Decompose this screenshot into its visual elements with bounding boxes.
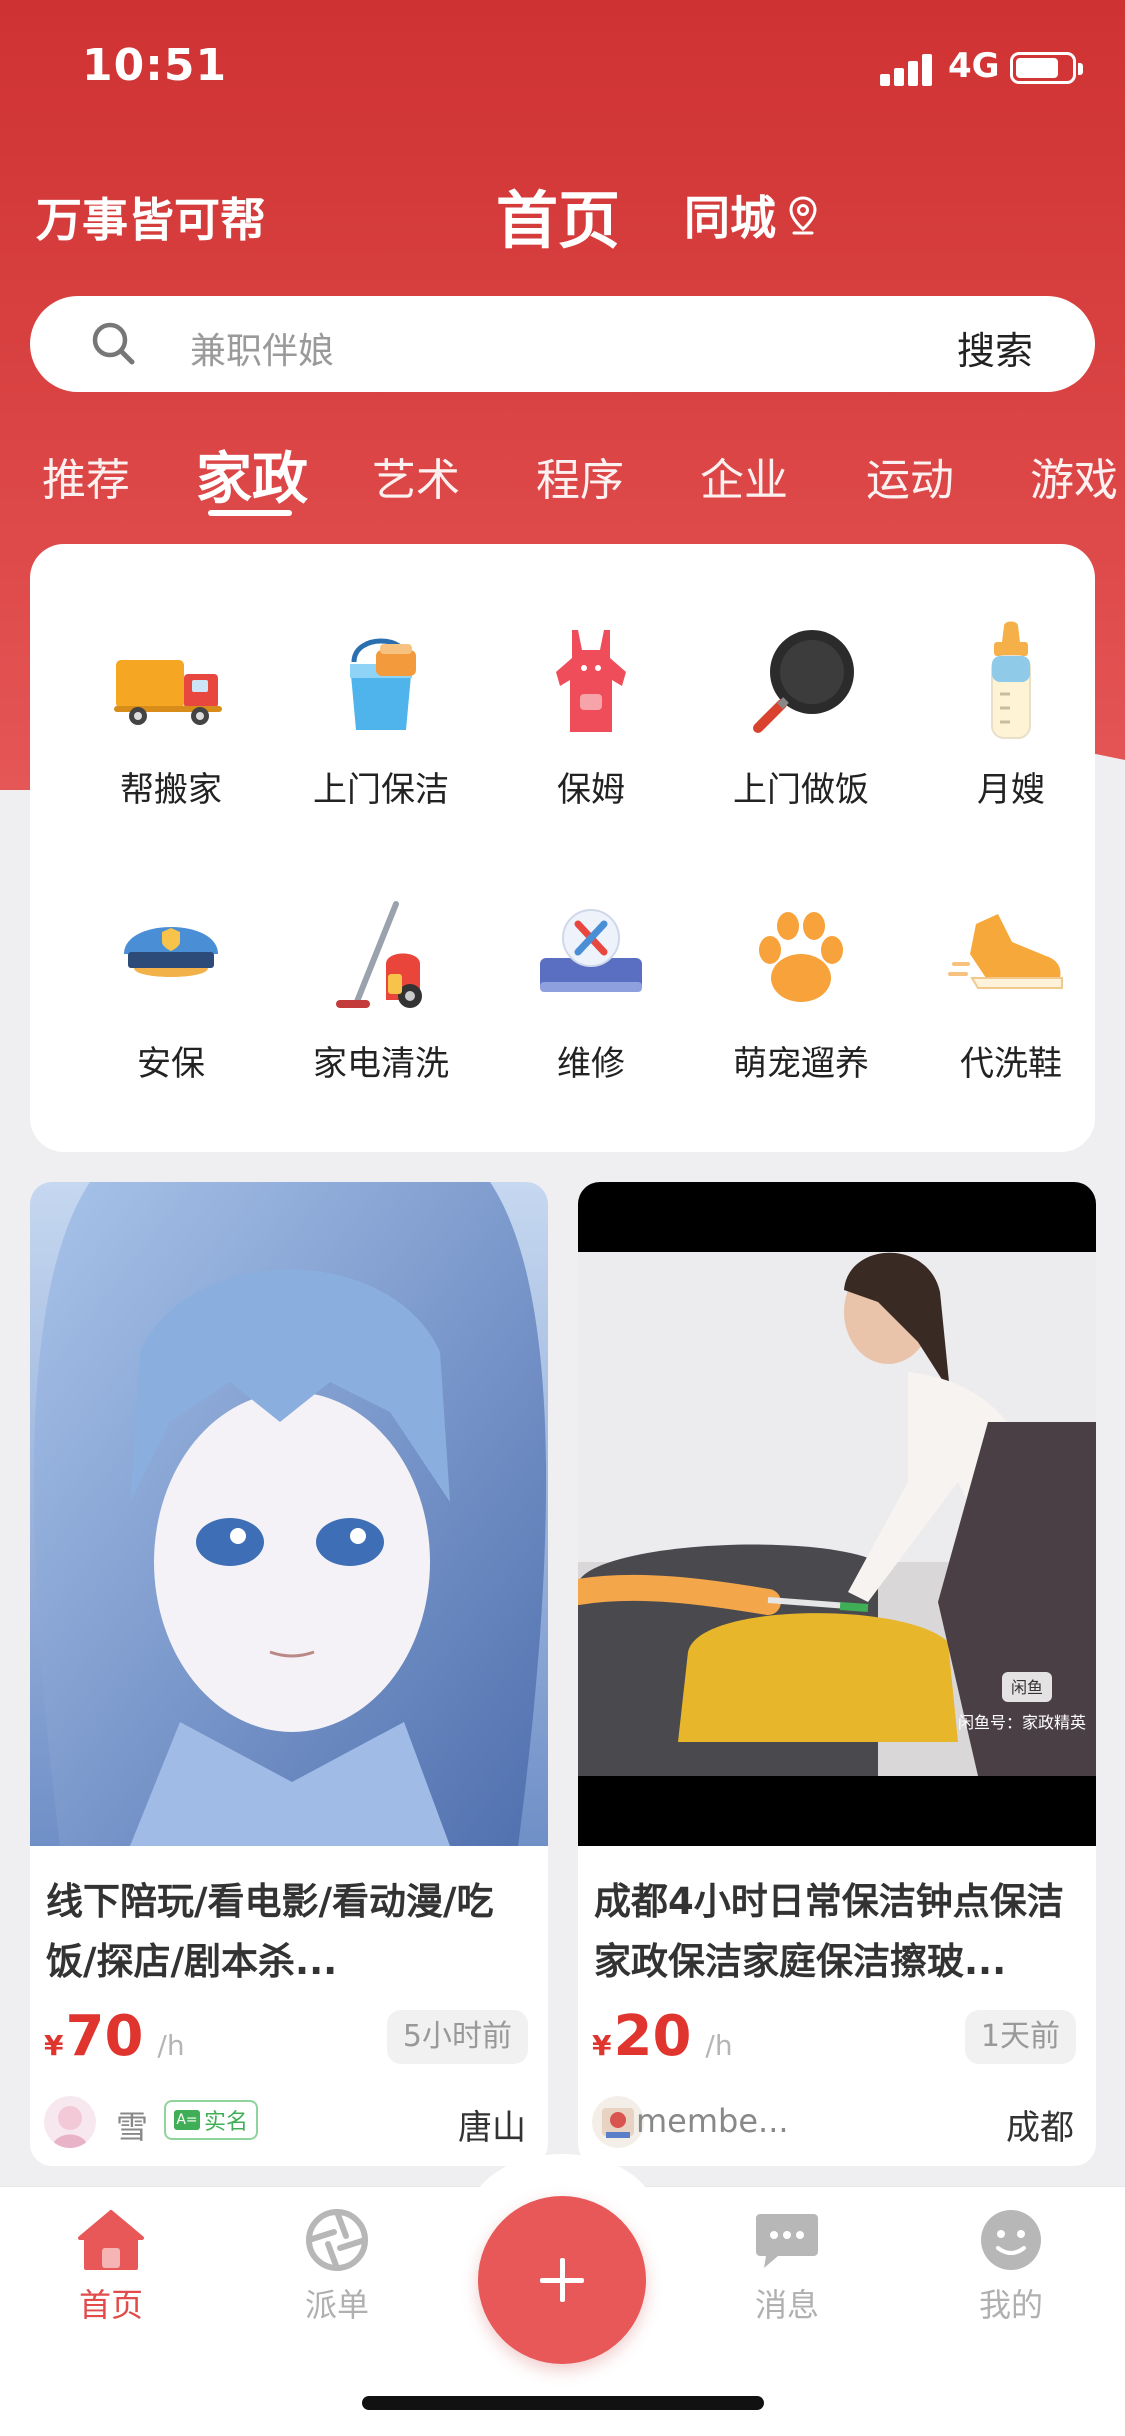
service-appliance-cleaning[interactable]: 家电清洗 <box>276 894 486 1094</box>
service-home-cooking[interactable]: 上门做饭 <box>696 620 906 820</box>
listing-image <box>30 1182 548 1846</box>
nav-messages[interactable]: 消息 <box>722 2208 852 2326</box>
active-tab-indicator <box>208 510 292 516</box>
nav-label: 派单 <box>304 2286 369 2324</box>
service-label: 安保 <box>137 1044 205 1084</box>
cleaning-bucket-icon <box>350 638 416 730</box>
watermark-logo: 闲鱼 <box>1011 1678 1043 1697</box>
tab-sports[interactable]: 运动 <box>866 444 954 508</box>
apron-icon <box>556 630 626 732</box>
search-icon <box>92 322 135 365</box>
security-cap-icon <box>124 927 218 977</box>
search-input[interactable]: 兼职伴娘 <box>190 322 334 374</box>
service-moving[interactable]: 帮搬家 <box>66 620 276 820</box>
frying-pan-icon <box>753 630 854 733</box>
nav-dispatch[interactable]: 派单 <box>272 2208 402 2326</box>
nav-profile[interactable]: 我的 <box>946 2208 1076 2326</box>
listing-location: 唐山 <box>458 2108 526 2148</box>
service-home-cleaning[interactable]: 上门保洁 <box>276 620 486 820</box>
service-label: 上门保洁 <box>313 770 449 810</box>
home-indicator <box>362 2396 764 2410</box>
watermark-text: 闲鱼号：家政精英 <box>958 1713 1086 1732</box>
baby-bottle-icon <box>991 621 1031 739</box>
id-card-icon: A= <box>174 2110 200 2130</box>
search-bar[interactable]: 兼职伴娘 搜索 <box>30 296 1095 392</box>
listing-price: ¥ 20 /h <box>592 2004 733 2069</box>
service-security[interactable]: 安保 <box>66 894 276 1094</box>
search-button[interactable]: 搜索 <box>957 320 1033 375</box>
tab-art[interactable]: 艺术 <box>372 444 460 508</box>
category-tabs: 推荐 家政 艺术 程序 企业 运动 游戏 <box>0 430 1125 520</box>
listing-location: 成都 <box>1006 2108 1074 2148</box>
tab-programming[interactable]: 程序 <box>536 444 624 508</box>
aperture-icon <box>306 2209 368 2271</box>
verified-badge: A= 实名 <box>164 2100 259 2140</box>
city-selector[interactable]: 同城 <box>684 182 818 248</box>
top-header: 万事皆可帮 首页 同城 <box>0 170 1125 260</box>
smiley-profile-icon <box>981 2210 1041 2270</box>
tab-recommend[interactable]: 推荐 <box>42 444 130 508</box>
home-icon <box>78 2210 144 2270</box>
listing-time: 1天前 <box>964 2010 1076 2064</box>
tab-business[interactable]: 企业 <box>700 444 788 508</box>
service-label: 上门做饭 <box>733 770 869 810</box>
listing-price: ¥ 70 /h <box>44 2004 185 2069</box>
repair-tools-icon <box>540 909 642 992</box>
listing-card[interactable]: 闲鱼 闲鱼号：家政精英 成都4小时日常保洁钟点保洁家政保洁家庭保洁擦玻... ¥… <box>578 1182 1096 2166</box>
nav-home[interactable]: 首页 <box>46 2208 176 2326</box>
service-label: 萌宠遛养 <box>733 1044 869 1084</box>
status-bar: 10:51 4G <box>0 0 1125 140</box>
avatar[interactable] <box>44 2096 96 2148</box>
network-type: 4G <box>948 46 1000 86</box>
service-shoe-washing[interactable]: 代洗鞋 <box>906 894 1116 1094</box>
service-label: 保姆 <box>557 770 625 810</box>
location-pin-icon <box>789 196 817 235</box>
vacuum-cleaner-icon <box>336 901 422 1008</box>
moving-truck-icon <box>114 660 222 725</box>
chat-bubble-icon <box>756 2214 818 2268</box>
sneaker-icon <box>948 914 1063 989</box>
nav-label: 我的 <box>978 2286 1043 2324</box>
service-label: 帮搬家 <box>120 770 222 810</box>
add-post-button[interactable] <box>478 2196 646 2364</box>
status-time: 10:51 <box>82 40 228 91</box>
service-nanny[interactable]: 保姆 <box>486 620 696 820</box>
service-label: 月嫂 <box>977 770 1045 810</box>
listing-time: 5小时前 <box>386 2010 528 2064</box>
nav-label: 首页 <box>78 2286 143 2324</box>
service-label: 维修 <box>557 1044 625 1084</box>
tab-housekeeping[interactable]: 家政 <box>196 434 308 515</box>
service-label: 家电清洗 <box>313 1044 449 1084</box>
service-postpartum-nanny[interactable]: 月嫂 <box>906 620 1116 820</box>
listing-image: 闲鱼 闲鱼号：家政精英 <box>578 1182 1096 1846</box>
city-label: 同城 <box>684 191 776 245</box>
listing-title: 成都4小时日常保洁钟点保洁家政保洁家庭保洁擦玻... <box>594 1880 1064 1983</box>
nav-label: 消息 <box>754 2286 819 2324</box>
page-title: 首页 <box>496 184 621 257</box>
tab-games[interactable]: 游戏 <box>1030 444 1118 508</box>
service-grid: 帮搬家 上门保洁 保姆 上门做饭 月嫂 安保 家电清洗 维修 萌宠遛养 代洗鞋 <box>30 544 1095 1152</box>
signal-icon <box>880 52 940 86</box>
user-name: 雪 <box>116 2108 149 2146</box>
listing-card[interactable]: 线下陪玩/看电影/看动漫/吃饭/探店/剧本杀... ¥ 70 /h 5小时前 雪… <box>30 1182 548 2166</box>
user-name: membe... <box>636 2102 789 2140</box>
service-label: 代洗鞋 <box>960 1044 1062 1084</box>
listing-title: 线下陪玩/看电影/看动漫/吃饭/探店/剧本杀... <box>46 1880 494 1983</box>
battery-icon <box>1010 52 1083 84</box>
paw-icon <box>759 912 843 1002</box>
service-repair[interactable]: 维修 <box>486 894 696 1094</box>
service-pet-walking[interactable]: 萌宠遛养 <box>696 894 906 1094</box>
brand-name: 万事皆可帮 <box>36 193 266 247</box>
